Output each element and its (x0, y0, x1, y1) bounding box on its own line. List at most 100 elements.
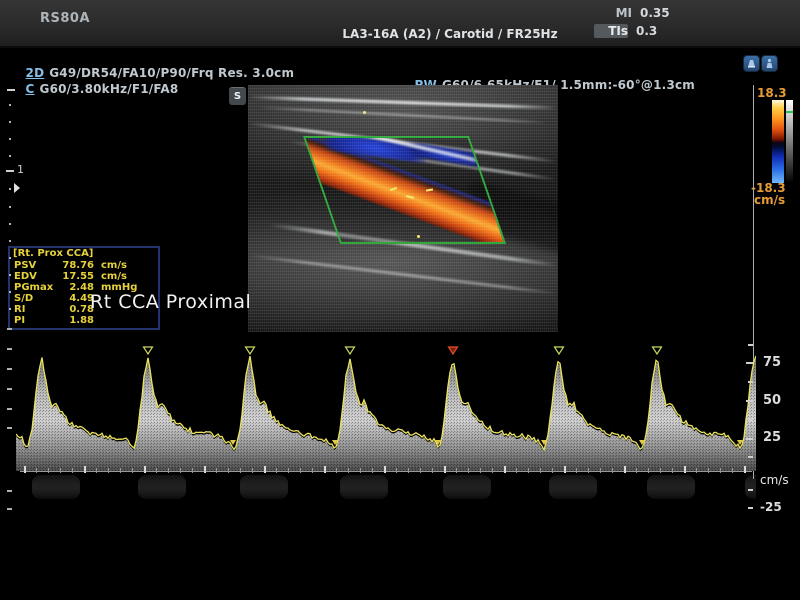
time-tick (48, 468, 49, 473)
person-glyph (764, 58, 775, 69)
time-tick (444, 466, 446, 473)
time-tick (732, 468, 733, 473)
time-tick (144, 466, 146, 473)
focus-marker-icon[interactable] (14, 183, 20, 193)
result-row: PI1.88 (10, 315, 158, 326)
time-tick (312, 468, 313, 473)
peak-marker[interactable] (246, 347, 255, 354)
velocity-tick (746, 438, 753, 440)
time-tick (432, 468, 433, 473)
time-tick (252, 468, 253, 473)
orientation-marker[interactable]: S (229, 87, 246, 105)
reverse-flow-noise (240, 475, 288, 499)
velocity-tick (746, 362, 753, 364)
time-tick (696, 468, 697, 473)
spectrum-fill (16, 358, 756, 471)
ruler-dot (9, 257, 11, 259)
time-tick (96, 468, 97, 473)
result-value: 17.55 (58, 271, 94, 282)
spectrum-unit-label: cm/s (760, 473, 789, 487)
body-marker-icon[interactable] (762, 56, 777, 71)
time-tick (276, 468, 277, 473)
color-velocity-bar[interactable] (772, 100, 784, 183)
time-tick (132, 468, 133, 473)
time-tick (612, 468, 613, 473)
time-tick (456, 468, 457, 473)
param-line-color: CG60/3.80kHz/F1/FA8 (8, 68, 178, 110)
time-tick (636, 468, 637, 473)
time-tick (240, 468, 241, 473)
colorbar-unit-label: cm/s (754, 193, 785, 207)
reverse-flow-noise (32, 475, 80, 499)
time-tick (288, 468, 289, 473)
time-axis-line (20, 471, 752, 472)
time-tick (672, 468, 673, 473)
peak-marker[interactable] (555, 347, 564, 354)
time-tick (720, 468, 721, 473)
doppler-spectrum (16, 338, 756, 538)
reverse-flow-noise (340, 475, 388, 499)
mi-label: MI (598, 6, 632, 20)
peak-marker[interactable] (144, 347, 153, 354)
time-tick (360, 468, 361, 473)
time-tick (324, 466, 326, 473)
time-tick (192, 468, 193, 473)
spectrum-left-tick (7, 508, 12, 510)
time-tick (120, 468, 121, 473)
time-tick (744, 466, 746, 473)
annotation-label[interactable]: Rt CCA Proximal (90, 291, 251, 313)
time-tick (180, 468, 181, 473)
reverse-flow-noise (549, 475, 597, 499)
results-title: [Rt. Prox CCA] (10, 248, 158, 260)
ruler-dot (9, 223, 11, 225)
time-tick (396, 468, 397, 473)
spectrum-left-tick (7, 348, 12, 350)
time-tick (156, 468, 157, 473)
spectrum-left-tick (7, 328, 12, 330)
time-tick (60, 468, 61, 473)
spectrum-left-tick (7, 388, 12, 390)
time-tick (108, 468, 109, 473)
peak-marker[interactable] (346, 347, 355, 354)
cine-review-icon[interactable] (744, 56, 759, 71)
param-color-text: G60/3.80kHz/F1/FA8 (40, 82, 179, 96)
selected-peak-marker[interactable] (449, 347, 458, 354)
ruler-dot (9, 188, 11, 190)
velocity-tick (748, 456, 753, 458)
time-tick (708, 468, 709, 473)
time-tick (648, 468, 649, 473)
velocity-tick (748, 344, 753, 346)
result-value: 2.48 (58, 282, 94, 293)
ruler-dot (9, 121, 11, 123)
time-tick (300, 468, 301, 473)
ruler-dash (7, 89, 15, 91)
ultrasound-image (248, 85, 558, 332)
depth-ruler: 1 (0, 0, 30, 600)
time-tick (228, 468, 229, 473)
time-tick (168, 468, 169, 473)
time-tick (348, 468, 349, 473)
reverse-flow-noise (138, 475, 186, 499)
tis-readout: TIs 0.3 (594, 24, 657, 38)
peak-marker[interactable] (653, 347, 662, 354)
time-tick (372, 468, 373, 473)
tis-label[interactable]: TIs (594, 24, 628, 38)
time-tick (552, 468, 553, 473)
scale-neg25: -25 (760, 500, 782, 514)
spectrum-left-tick (7, 427, 12, 429)
result-value: 1.88 (58, 315, 94, 326)
time-tick (204, 466, 206, 473)
time-tick (420, 468, 421, 473)
time-tick (468, 468, 469, 473)
result-row: EDV17.55cm/s (10, 271, 158, 282)
measurement-results-box: [Rt. Prox CCA] PSV78.76cm/s EDV17.55cm/s… (8, 246, 160, 330)
spectrum-left-tick (7, 368, 12, 370)
time-tick (480, 468, 481, 473)
time-tick (660, 468, 661, 473)
time-tick (216, 468, 217, 473)
velocity-tick (746, 400, 753, 402)
colorbar-max-label: 18.3 (757, 86, 787, 100)
speckle-texture (248, 85, 558, 332)
time-tick (576, 468, 577, 473)
depth-label-1cm: 1 (17, 163, 24, 176)
